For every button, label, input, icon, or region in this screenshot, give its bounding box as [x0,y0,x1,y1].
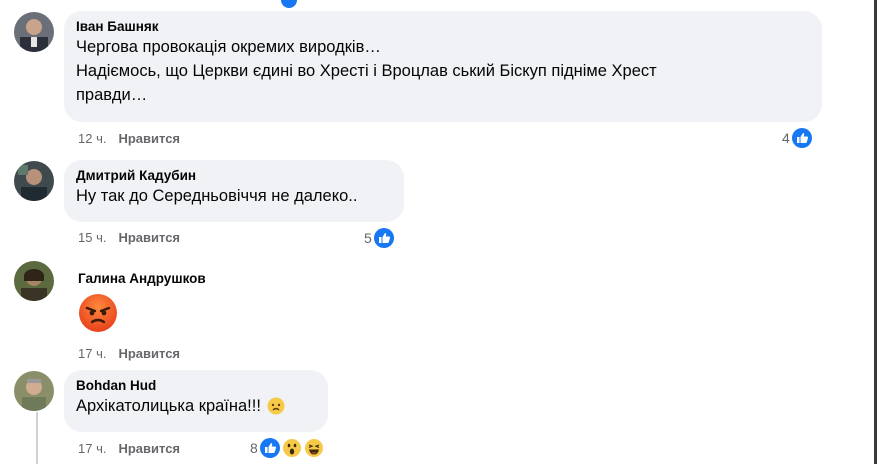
comment-meta: 12 ч. Нравится [78,131,180,147]
like-icon [791,128,812,148]
comment-time[interactable]: 12 ч. [78,131,106,147]
comment-text-line: Ну так до Середньовіччя не далеко.. [76,187,358,205]
comment-text-line: Архікатолицька країна!!! [76,397,261,415]
comment-bubble: Bohdan Hud Архікатолицька країна!!! [64,370,328,432]
like-button[interactable]: Нравится [118,230,180,246]
reaction-badge-partial [281,0,297,8]
reply-thread-line [36,412,38,464]
reaction-count-number: 5 [364,230,372,246]
comment-bubble: Дмитрий Кадубин Ну так до Середньовіччя … [64,160,404,222]
haha-icon [303,438,324,458]
comment-meta: 15 ч. Нравится [78,230,180,246]
comment-text-line: Надіємось, що Церкви єдині во Хресті і В… [76,62,657,80]
like-button[interactable]: Нравится [118,441,180,457]
reaction-count-number: 4 [782,130,790,146]
comment-time[interactable]: 17 ч. [78,346,106,362]
avatar[interactable] [14,261,54,301]
like-button[interactable]: Нравится [118,346,180,362]
comment-time[interactable]: 15 ч. [78,230,106,246]
comment-author[interactable]: Дмитрий Кадубин [76,168,392,184]
comment-author[interactable]: Bohdan Hud [76,378,316,394]
comment-meta: 17 ч. Нравится [78,346,180,362]
comment-text-row: Архікатолицька країна!!! [76,394,316,418]
angry-face-emoji [78,293,118,333]
avatar[interactable] [14,371,54,411]
comment-time[interactable]: 17 ч. [78,441,106,457]
comment-text-line: правди… [76,86,148,104]
reaction-count[interactable]: 5 [364,228,394,248]
reaction-count-number: 8 [250,440,258,456]
like-icon [373,228,394,248]
comment-author[interactable]: Іван Башняк [76,19,810,35]
reaction-count[interactable]: 4 [782,128,812,148]
avatar[interactable] [14,12,54,52]
comment-text-line: Чергова провокація окремих виродків… [76,38,381,56]
comment-bubble: Іван Башняк Чергова провокація окремих в… [64,11,822,122]
comment-author[interactable]: Галина Андрушков [78,271,206,287]
reaction-count[interactable]: 8 [250,438,324,458]
like-button[interactable]: Нравится [118,131,180,147]
comment-meta: 17 ч. Нравится [78,441,180,457]
avatar[interactable] [14,161,54,201]
wow-icon [281,438,302,458]
like-icon [259,438,280,458]
sad-face-emoji [267,397,285,415]
